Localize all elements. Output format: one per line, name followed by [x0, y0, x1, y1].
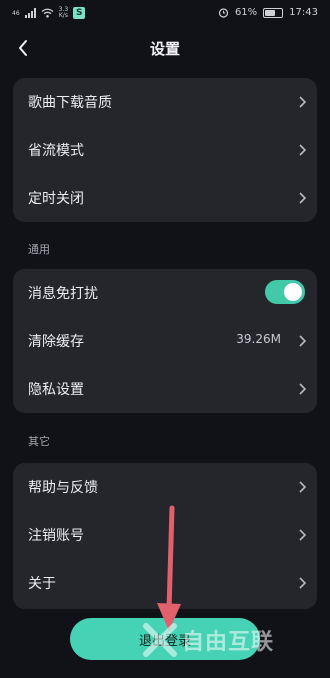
clock: 17:43 [289, 7, 318, 18]
network-speed-unit: K/s [58, 12, 68, 19]
watermark: 自由互联 [140, 618, 330, 668]
section-header-general: 通用 [28, 243, 50, 256]
status-bar: 46 3.3 K/s S 61% 17:43 [0, 0, 330, 28]
toggle-knob [284, 283, 302, 301]
battery-percent: 61% [234, 7, 258, 18]
signal-label: 46 [12, 9, 20, 17]
chevron-right-icon [299, 96, 307, 108]
setting-label: 省流模式 [28, 143, 84, 159]
settings-card-general: 消息免打扰 清除缓存 39.26M 隐私设置 [13, 269, 317, 413]
annotation-arrow-icon [157, 505, 181, 631]
alarm-icon [218, 8, 229, 18]
setting-label: 歌曲下载音质 [28, 95, 112, 111]
setting-row-privacy[interactable]: 隐私设置 [13, 365, 317, 413]
setting-label: 关于 [28, 576, 56, 592]
chevron-right-icon [299, 335, 307, 347]
chevron-right-icon [299, 529, 307, 541]
settings-card-playback: 歌曲下载音质 省流模式 定时关闭 [13, 78, 317, 222]
chevron-right-icon [299, 383, 307, 395]
status-left: 46 3.3 K/s S [12, 7, 86, 19]
page-title: 设置 [149, 40, 180, 58]
setting-label: 隐私设置 [28, 382, 84, 398]
setting-row-data-saver[interactable]: 省流模式 [13, 126, 317, 174]
do-not-disturb-toggle[interactable] [265, 280, 305, 304]
nav-bar: 设置 [0, 30, 330, 66]
setting-label: 消息免打扰 [28, 286, 98, 302]
cache-size-value: 39.26M [236, 332, 281, 346]
chevron-right-icon [299, 192, 307, 204]
setting-row-clear-cache[interactable]: 清除缓存 39.26M [13, 317, 317, 365]
setting-label: 帮助与反馈 [28, 480, 98, 496]
setting-row-sleep-timer[interactable]: 定时关闭 [13, 174, 317, 222]
signal-bars-icon [24, 8, 36, 18]
battery-icon [263, 7, 284, 18]
watermark-text: 自由互联 [182, 630, 275, 655]
setting-row-do-not-disturb: 消息免打扰 [13, 269, 317, 317]
setting-label: 定时关闭 [28, 191, 84, 207]
chevron-right-icon [299, 144, 307, 156]
section-header-other: 其它 [28, 435, 50, 448]
app-notification-icon: S [73, 7, 86, 19]
network-speed: 3.3 K/s [59, 7, 69, 19]
setting-label: 清除缓存 [28, 334, 84, 350]
chevron-right-icon [299, 577, 307, 589]
watermark-x-logo-icon [143, 623, 177, 657]
status-right: 61% 17:43 [218, 7, 318, 18]
setting-row-help-feedback[interactable]: 帮助与反馈 [13, 463, 317, 511]
setting-row-download-quality[interactable]: 歌曲下载音质 [13, 78, 317, 126]
setting-label: 注销账号 [28, 528, 84, 544]
wifi-icon [41, 8, 54, 18]
chevron-right-icon [299, 481, 307, 493]
